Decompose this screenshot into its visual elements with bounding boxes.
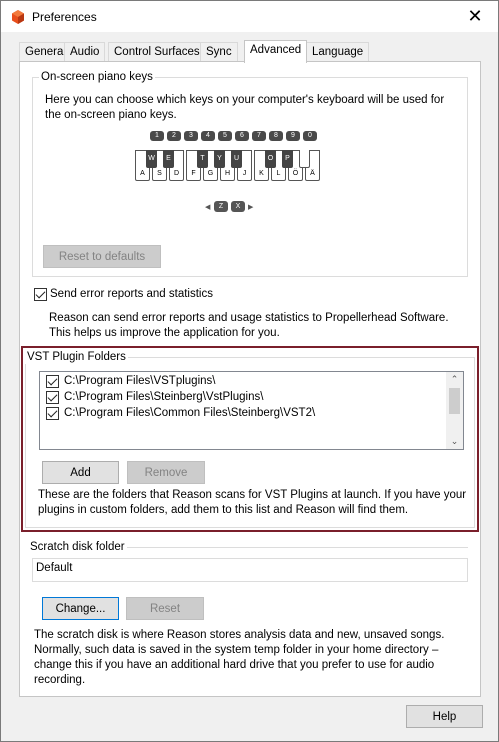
piano-keys-group-label: On-screen piano keys — [39, 70, 155, 84]
send-error-reports-label[interactable]: Send error reports and statistics — [50, 287, 213, 302]
number-key[interactable]: 2 — [167, 131, 181, 141]
octave-up-key[interactable]: X — [231, 201, 245, 212]
vst-folder-list[interactable]: C:\Program Files\VSTplugins\ C:\Program … — [39, 371, 464, 450]
piano-keys-group: On-screen piano keys Here you can choose… — [32, 70, 468, 277]
number-key[interactable]: 3 — [184, 131, 198, 141]
number-key[interactable]: 4 — [201, 131, 215, 141]
scroll-thumb[interactable] — [449, 388, 460, 414]
vst-list-scrollbar[interactable]: ⌃ ⌄ — [446, 372, 463, 449]
reset-scratch-folder-button[interactable]: Reset — [126, 597, 204, 620]
octave-right-arrow-icon[interactable]: ▶ — [248, 203, 253, 211]
vst-plugin-folders-group: VST Plugin Folders C:\Program Files\VSTp… — [25, 350, 475, 528]
octave-down-key[interactable]: Z — [214, 201, 228, 212]
folder-enabled-checkbox[interactable] — [46, 391, 59, 404]
number-key[interactable]: 7 — [252, 131, 266, 141]
scratch-disk-description: The scratch disk is where Reason stores … — [34, 629, 445, 686]
vst-plugin-folders-group-label: VST Plugin Folders — [25, 350, 128, 364]
vst-folders-description: These are the folders that Reason scans … — [38, 489, 467, 516]
tab-sync[interactable]: Sync — [200, 42, 238, 62]
window-title: Preferences — [32, 10, 97, 24]
tab-audio[interactable]: Audio — [64, 42, 106, 62]
close-icon: ✕ — [467, 6, 483, 26]
black-key[interactable]: E — [163, 150, 174, 168]
tab-advanced[interactable]: Advanced — [244, 40, 308, 63]
folder-enabled-checkbox[interactable] — [46, 375, 59, 388]
remove-folder-button[interactable]: Remove — [127, 461, 205, 484]
send-error-reports-checkbox[interactable] — [34, 288, 47, 301]
close-button[interactable]: ✕ — [452, 1, 498, 32]
number-key[interactable]: 5 — [218, 131, 232, 141]
change-scratch-folder-button[interactable]: Change... — [42, 597, 119, 620]
tab-control-surfaces[interactable]: Control Surfaces — [108, 42, 206, 62]
black-key[interactable] — [299, 150, 310, 168]
number-key[interactable]: 6 — [235, 131, 249, 141]
reset-to-defaults-button[interactable]: Reset to defaults — [43, 245, 161, 268]
scratch-disk-path-field[interactable]: Default — [32, 558, 468, 582]
number-key[interactable]: 9 — [286, 131, 300, 141]
number-key[interactable]: 1 — [150, 131, 164, 141]
scroll-up-icon[interactable]: ⌃ — [446, 372, 463, 387]
black-key[interactable]: W — [146, 150, 157, 168]
scratch-disk-group-label: Scratch disk folder — [28, 540, 127, 554]
scroll-down-icon[interactable]: ⌄ — [446, 434, 463, 449]
folder-enabled-checkbox[interactable] — [46, 407, 59, 420]
preferences-window: Preferences ✕ General Audio Control Surf… — [0, 0, 499, 742]
octave-left-arrow-icon[interactable]: ◀ — [205, 203, 210, 211]
number-key[interactable]: 0 — [303, 131, 317, 141]
folder-path: C:\Program Files\Common Files\Steinberg\… — [64, 407, 316, 419]
advanced-panel: On-screen piano keys Here you can choose… — [19, 61, 481, 697]
number-key[interactable]: 8 — [269, 131, 283, 141]
piano-keys-description: Here you can choose which keys on your c… — [45, 94, 445, 121]
title-bar[interactable]: Preferences ✕ — [1, 1, 498, 32]
folder-path: C:\Program Files\VSTplugins\ — [64, 375, 216, 387]
reason-app-icon — [12, 10, 24, 24]
add-folder-button[interactable]: Add — [42, 461, 119, 484]
black-key[interactable]: T — [197, 150, 208, 168]
error-reports-description: Reason can send error reports and usage … — [49, 312, 449, 339]
folder-path: C:\Program Files\Steinberg\VstPlugins\ — [64, 391, 264, 403]
black-key[interactable]: Y — [214, 150, 225, 168]
tab-language[interactable]: Language — [306, 42, 370, 62]
help-button[interactable]: Help — [406, 705, 483, 728]
black-key[interactable]: U — [231, 150, 242, 168]
black-key[interactable]: P — [282, 150, 293, 168]
black-key[interactable]: O — [265, 150, 276, 168]
